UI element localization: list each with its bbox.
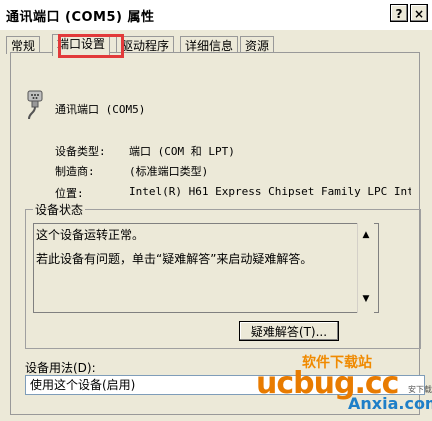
device-name: 通讯端口 (COM5) bbox=[55, 103, 146, 116]
close-button[interactable]: × bbox=[410, 4, 428, 22]
status-line-2: 若此设备有问题，单击“疑难解答”来启动疑难解答。 bbox=[36, 252, 313, 266]
title-bar: 通讯端口 (COM5) 属性 ? × bbox=[0, 0, 432, 30]
help-button[interactable]: ? bbox=[390, 4, 408, 22]
device-type-label: 设备类型: bbox=[55, 145, 106, 158]
manufacturer-label: 制造商: bbox=[55, 165, 95, 178]
location-label: 位置: bbox=[55, 187, 84, 200]
device-usage-label: 设备用法(D): bbox=[25, 361, 96, 375]
watermark-tiny: 安下载 bbox=[408, 385, 432, 394]
scroll-up-icon[interactable]: ▲ bbox=[360, 229, 372, 241]
manufacturer-value: (标准端口类型) bbox=[129, 165, 209, 178]
window-title: 通讯端口 (COM5) 属性 bbox=[6, 10, 155, 25]
device-status-textbox[interactable]: 这个设备运转正常。 若此设备有问题，单击“疑难解答”来启动疑难解答。 bbox=[33, 223, 379, 313]
red-highlight-box bbox=[58, 34, 124, 58]
device-status-label: 设备状态 bbox=[33, 201, 86, 218]
watermark-sub: Anxia.com bbox=[348, 394, 432, 413]
troubleshoot-button[interactable]: 疑难解答(T)... bbox=[239, 321, 339, 341]
status-line-1: 这个设备运转正常。 bbox=[36, 228, 145, 242]
location-value: Intel(R) H61 Express Chipset Family LPC … bbox=[129, 185, 411, 198]
device-type-value: 端口 (COM 和 LPT) bbox=[129, 145, 235, 158]
status-scrollbar[interactable]: ▲ ▼ bbox=[357, 223, 374, 313]
serial-port-icon bbox=[27, 90, 43, 120]
scroll-down-icon[interactable]: ▼ bbox=[360, 293, 372, 305]
